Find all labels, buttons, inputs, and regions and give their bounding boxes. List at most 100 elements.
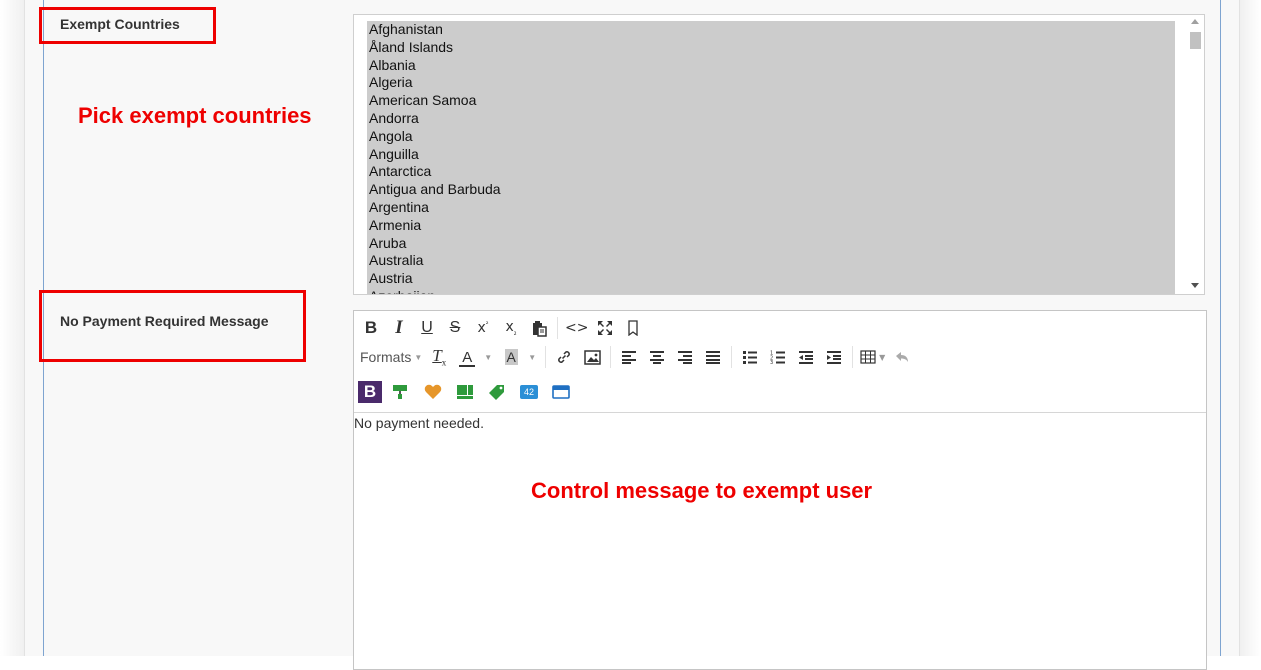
country-option[interactable]: Antarctica bbox=[369, 163, 501, 181]
strikethrough-icon: S bbox=[449, 319, 461, 336]
no-payment-message-highlight-box bbox=[39, 290, 306, 362]
indent-button[interactable] bbox=[823, 346, 845, 368]
chevron-down-icon: ▼ bbox=[414, 352, 423, 362]
bold-icon: B bbox=[364, 318, 378, 337]
country-option[interactable]: Aruba bbox=[369, 235, 501, 253]
chevron-down-icon[interactable]: ▼ bbox=[528, 353, 536, 362]
scroll-down-arrow-icon[interactable] bbox=[1191, 283, 1199, 288]
window-icon bbox=[552, 385, 570, 399]
align-justify-button[interactable] bbox=[702, 346, 724, 368]
source-code-button[interactable]: <> bbox=[565, 317, 588, 339]
strikethrough-button[interactable]: S bbox=[444, 317, 466, 339]
layout-block-button[interactable] bbox=[454, 381, 476, 403]
editor-toolbar: B I U S x² x₂ <> Formats ▼ Tx A ▼ A ▼ 1 … bbox=[354, 311, 1206, 413]
country-option[interactable]: Azerbaijan bbox=[369, 288, 501, 294]
code-icon: <> bbox=[565, 320, 589, 336]
tag-icon bbox=[489, 385, 504, 400]
undo-icon bbox=[896, 352, 909, 362]
align-left-button[interactable] bbox=[618, 346, 640, 368]
subscript-icon: x₂ bbox=[505, 319, 517, 337]
country-option[interactable]: Afghanistan bbox=[369, 21, 501, 39]
background-color-button[interactable]: A bbox=[500, 346, 522, 368]
bold-button[interactable]: B bbox=[360, 317, 382, 339]
country-option[interactable]: Albania bbox=[369, 57, 501, 75]
layout-block-icon bbox=[457, 385, 473, 399]
country-option[interactable]: Algeria bbox=[369, 74, 501, 92]
scroll-up-arrow-icon[interactable] bbox=[1191, 19, 1199, 24]
text-color-icon: A bbox=[462, 348, 473, 366]
italic-icon: I bbox=[395, 317, 403, 338]
bold-plugin-icon: B bbox=[358, 381, 382, 403]
underline-button[interactable]: U bbox=[416, 317, 438, 339]
superscript-icon: x² bbox=[477, 320, 489, 336]
window-panel-button[interactable] bbox=[550, 381, 572, 403]
subscript-button[interactable]: x₂ bbox=[500, 317, 522, 339]
align-justify-icon bbox=[706, 351, 721, 364]
undo-button[interactable] bbox=[891, 346, 913, 368]
toolbar-separator bbox=[731, 346, 733, 368]
text-color-button[interactable]: A bbox=[456, 346, 478, 368]
insert-link-button[interactable] bbox=[553, 346, 575, 368]
chevron-down-icon[interactable]: ▼ bbox=[484, 353, 492, 362]
bullet-list-icon bbox=[743, 351, 758, 364]
shortcode-badge-icon: 42 bbox=[520, 385, 538, 399]
table-button[interactable]: ▼ bbox=[860, 346, 885, 368]
scrollbar-thumb[interactable] bbox=[1190, 32, 1201, 49]
align-right-button[interactable] bbox=[674, 346, 696, 368]
country-option[interactable]: Australia bbox=[369, 252, 501, 270]
toolbar-row-1: B I U S x² x₂ <> bbox=[360, 317, 650, 339]
text-color-swatch bbox=[459, 365, 476, 367]
paste-as-text-button[interactable] bbox=[528, 317, 550, 339]
country-options: Afghanistan Åland Islands Albania Algeria Am… bbox=[369, 21, 501, 294]
outdent-icon bbox=[799, 351, 814, 364]
align-center-button[interactable] bbox=[646, 346, 668, 368]
anchor-button[interactable] bbox=[622, 317, 644, 339]
align-left-icon bbox=[622, 351, 637, 364]
country-option[interactable]: Åland Islands bbox=[369, 39, 501, 57]
link-icon bbox=[558, 351, 571, 363]
country-option[interactable]: Austria bbox=[369, 270, 501, 288]
superscript-button[interactable]: x² bbox=[472, 317, 494, 339]
paint-roller-button[interactable] bbox=[390, 381, 412, 403]
outdent-button[interactable] bbox=[795, 346, 817, 368]
insert-image-button[interactable] bbox=[581, 346, 603, 368]
fullscreen-button[interactable] bbox=[594, 317, 616, 339]
country-option[interactable]: Antigua and Barbuda bbox=[369, 181, 501, 199]
highlight-color-icon: A bbox=[504, 349, 518, 365]
editor-content[interactable]: No payment needed. bbox=[354, 415, 484, 431]
paint-roller-icon bbox=[393, 385, 407, 399]
formats-dropdown[interactable]: Formats ▼ bbox=[360, 346, 422, 368]
country-option[interactable]: Argentina bbox=[369, 199, 501, 217]
country-option[interactable]: American Samoa bbox=[369, 92, 501, 110]
page-shadow-left bbox=[0, 0, 24, 656]
country-option[interactable]: Angola bbox=[369, 128, 501, 146]
clear-formatting-icon: Tx bbox=[432, 346, 447, 368]
country-option[interactable]: Armenia bbox=[369, 217, 501, 235]
underline-icon: U bbox=[421, 319, 433, 336]
table-icon bbox=[860, 350, 876, 364]
heart-button[interactable] bbox=[422, 381, 444, 403]
exempt-countries-listbox[interactable]: Afghanistan Åland Islands Albania Algeria Am… bbox=[353, 14, 1205, 295]
toolbar-separator bbox=[545, 346, 547, 368]
svg-text:3: 3 bbox=[770, 360, 773, 364]
align-right-icon bbox=[678, 351, 693, 364]
listbox-scrollbar[interactable] bbox=[1187, 15, 1204, 294]
tag-button[interactable] bbox=[486, 381, 508, 403]
country-option[interactable]: Anguilla bbox=[369, 146, 501, 164]
bullet-list-button[interactable] bbox=[739, 346, 761, 368]
image-icon bbox=[583, 349, 601, 365]
exempt-countries-annotation: Pick exempt countries bbox=[78, 103, 312, 128]
toolbar-row-2: Formats ▼ Tx A ▼ A ▼ 1 2 3 ▼ bbox=[360, 346, 919, 368]
no-payment-message-annotation: Control message to exempt user bbox=[531, 478, 873, 503]
toolbar-separator bbox=[557, 317, 558, 339]
toolbar-separator bbox=[852, 346, 854, 368]
shortcode-button[interactable]: 42 bbox=[518, 381, 540, 403]
numbered-list-button[interactable]: 123 bbox=[767, 346, 789, 368]
align-center-icon bbox=[650, 351, 665, 364]
indent-icon bbox=[827, 351, 842, 364]
toolbar-separator bbox=[610, 346, 612, 368]
italic-button[interactable]: I bbox=[388, 317, 410, 339]
country-option[interactable]: Andorra bbox=[369, 110, 501, 128]
clear-formatting-button[interactable]: Tx bbox=[428, 346, 450, 368]
plugin-b-button[interactable]: B bbox=[358, 381, 382, 403]
